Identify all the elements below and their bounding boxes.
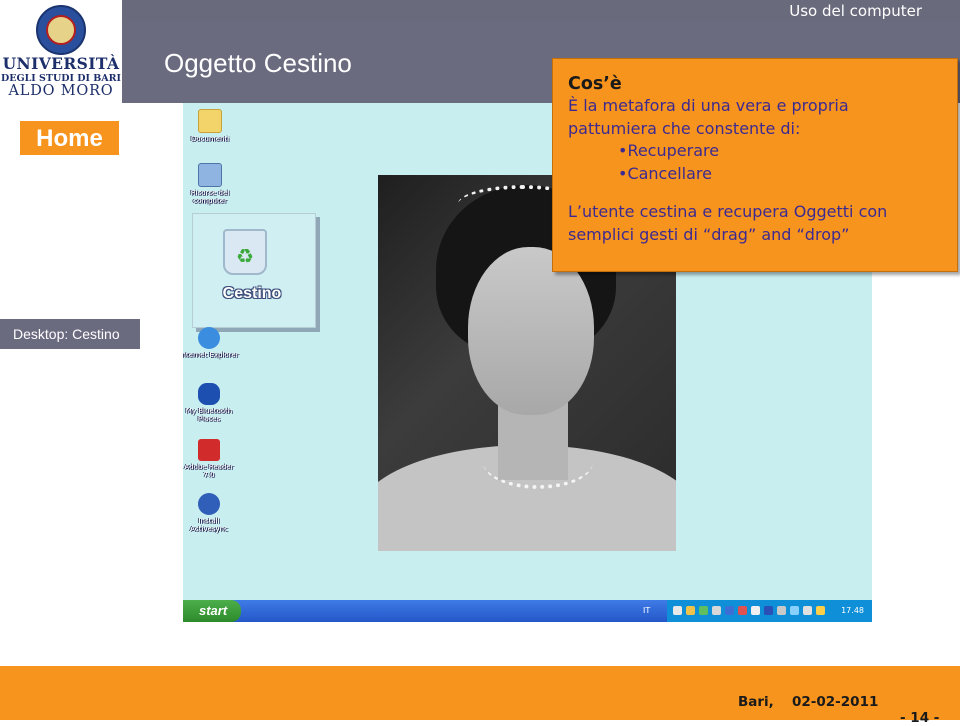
desktop-icon-ie[interactable]: Internet Explorer: [183, 327, 239, 359]
recycle-bin-icon-zoomed[interactable]: ♻ Cestino: [192, 213, 316, 328]
home-button[interactable]: Home: [20, 121, 119, 155]
university-dedication: ALDO MORO: [8, 83, 114, 99]
callout-bullet: •Recuperare: [618, 141, 720, 160]
footer-place: Bari,: [738, 694, 774, 710]
photo-necklace: [483, 435, 593, 489]
tray-icon[interactable]: [725, 606, 734, 615]
tray-icon[interactable]: [751, 606, 760, 615]
tray-icon[interactable]: [803, 606, 812, 615]
callout-box: Cos’è È la metafora di una vera e propri…: [552, 58, 958, 272]
photo-face: [468, 247, 594, 415]
folder-icon: [198, 109, 222, 133]
desktop-icon-label: Risorse del computer: [190, 189, 230, 205]
university-logo: UNIVERSITÀ DEGLI STUDI DI BARI ALDO MORO: [0, 0, 122, 103]
pdf-icon: [198, 439, 220, 461]
tray-icon[interactable]: [764, 606, 773, 615]
callout-text-line: semplici gesti di “drag” and “drop”: [568, 224, 850, 244]
clock[interactable]: 17.48: [841, 600, 864, 622]
desktop-icon-label: Adobe Reader 7.0: [184, 463, 234, 479]
tray-icon[interactable]: [790, 606, 799, 615]
recycle-arrows-icon: ♻: [236, 244, 254, 268]
tray-icon[interactable]: [738, 606, 747, 615]
desktop-icon-bluetooth[interactable]: My Bluetooth Places: [183, 383, 239, 423]
footer-date: 02-02-2011: [792, 694, 879, 710]
desktop-icon-documenti[interactable]: Documenti: [183, 109, 240, 143]
university-seal-icon: [36, 5, 86, 55]
desktop-icon-label: Install Activesync: [190, 517, 228, 533]
callout-text-line: pattumiera che constente di:: [568, 118, 801, 138]
nav-item-desktop-cestino[interactable]: Desktop: Cestino: [0, 319, 140, 349]
callout-text-line: È la metafora di una vera e propria: [568, 96, 849, 115]
start-label: start: [199, 603, 228, 618]
tray-icon[interactable]: [712, 606, 721, 615]
computer-icon: [198, 163, 222, 187]
section-label: Uso del computer: [789, 2, 922, 20]
internet-explorer-icon: [198, 327, 220, 349]
callout-bullet: •Cancellare: [618, 163, 712, 183]
footer-bar: Bari, 02-02-2011 - 14 -: [0, 666, 960, 726]
desktop-icon-adobe[interactable]: Adobe Reader 7.0: [183, 439, 239, 479]
install-icon: [198, 493, 220, 515]
callout-title: Cos’è: [568, 74, 622, 94]
tray-icon[interactable]: [686, 606, 695, 615]
desktop-icon-label: My Bluetooth Places: [185, 407, 233, 423]
language-indicator[interactable]: IT: [643, 600, 650, 622]
tray-icon[interactable]: [673, 606, 682, 615]
tray-icon[interactable]: [777, 606, 786, 615]
recycle-bin-label: Cestino: [222, 285, 282, 302]
page-title: Oggetto Cestino: [164, 48, 352, 78]
page-number: - 14 -: [900, 710, 940, 726]
university-name: UNIVERSITÀ: [2, 54, 120, 73]
taskbar: start IT 17.48: [183, 600, 872, 622]
system-tray: 17.48: [667, 600, 872, 622]
tray-icon[interactable]: [816, 606, 825, 615]
desktop-icon-risorse[interactable]: Risorse del computer: [183, 163, 240, 205]
start-button[interactable]: start: [183, 600, 241, 622]
header-strip: Uso del computer: [122, 0, 960, 22]
desktop-icon-label: Documenti: [190, 135, 230, 143]
desktop-icon-install[interactable]: Install Activesync: [183, 493, 239, 533]
tray-icon[interactable]: [699, 606, 708, 615]
callout-text-line: L’utente cestina e recupera Oggetti con: [568, 202, 888, 221]
desktop-icon-label: Internet Explorer: [183, 351, 239, 359]
bluetooth-icon: [198, 383, 220, 405]
